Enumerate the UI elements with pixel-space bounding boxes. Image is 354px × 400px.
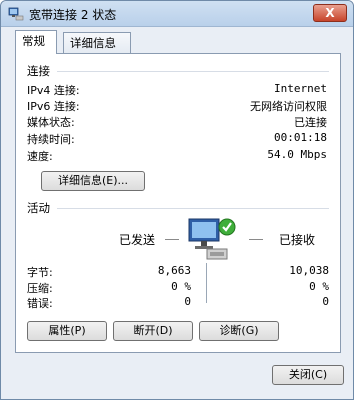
title-bar[interactable]: 宽带连接 2 状态 X xyxy=(1,1,353,27)
received-label: 已接收 xyxy=(279,233,316,247)
close-window-button[interactable]: X xyxy=(313,4,347,22)
tab-details[interactable]: 详细信息 xyxy=(63,32,131,54)
activity-heading: 活动 xyxy=(27,201,50,215)
bytes-received-value: 10,038 xyxy=(289,264,329,277)
connection-heading: 连接 xyxy=(27,64,50,78)
speed-value: 54.0 Mbps xyxy=(267,148,327,161)
disconnect-button[interactable]: 断开(D) xyxy=(113,321,193,341)
connection-divider xyxy=(57,71,329,72)
network-connection-icon xyxy=(8,7,24,21)
errors-label: 错误: xyxy=(27,297,53,310)
tab-general[interactable]: 常规 xyxy=(15,30,57,54)
media-state-value: 已连接 xyxy=(294,116,327,129)
compression-label: 压缩: xyxy=(27,282,53,295)
compression-sent-value: 0 % xyxy=(171,280,191,293)
ipv4-value: Internet xyxy=(274,82,327,95)
bytes-sent-value: 8,663 xyxy=(157,264,191,277)
sent-connector-line xyxy=(165,239,179,240)
close-button[interactable]: 关闭(C) xyxy=(272,365,344,385)
diagnose-button[interactable]: 诊断(G) xyxy=(199,321,279,341)
errors-sent-value: 0 xyxy=(184,295,191,308)
ipv6-value: 无网络访问权限 xyxy=(250,100,327,113)
compression-received-value: 0 % xyxy=(309,280,329,293)
errors-received-value: 0 xyxy=(322,295,329,308)
activity-divider xyxy=(57,208,329,209)
activity-divider-vertical xyxy=(206,263,207,303)
bytes-label: 字节: xyxy=(27,266,53,279)
sent-label: 已发送 xyxy=(119,233,156,247)
speed-label: 速度: xyxy=(27,150,53,163)
dialog-window: 宽带连接 2 状态 X 常规 详细信息 连接 IPv4 连接: Internet… xyxy=(0,0,354,400)
details-button[interactable]: 详细信息(E)... xyxy=(41,171,145,191)
ipv6-label: IPv6 连接: xyxy=(27,100,80,113)
received-connector-line xyxy=(249,239,263,240)
duration-label: 持续时间: xyxy=(27,133,75,146)
ipv4-label: IPv4 连接: xyxy=(27,84,80,97)
duration-value: 00:01:18 xyxy=(274,131,327,144)
network-activity-icon xyxy=(188,218,236,260)
window-title: 宽带连接 2 状态 xyxy=(29,8,117,22)
properties-button[interactable]: 属性(P) xyxy=(27,321,107,341)
media-state-label: 媒体状态: xyxy=(27,116,75,129)
